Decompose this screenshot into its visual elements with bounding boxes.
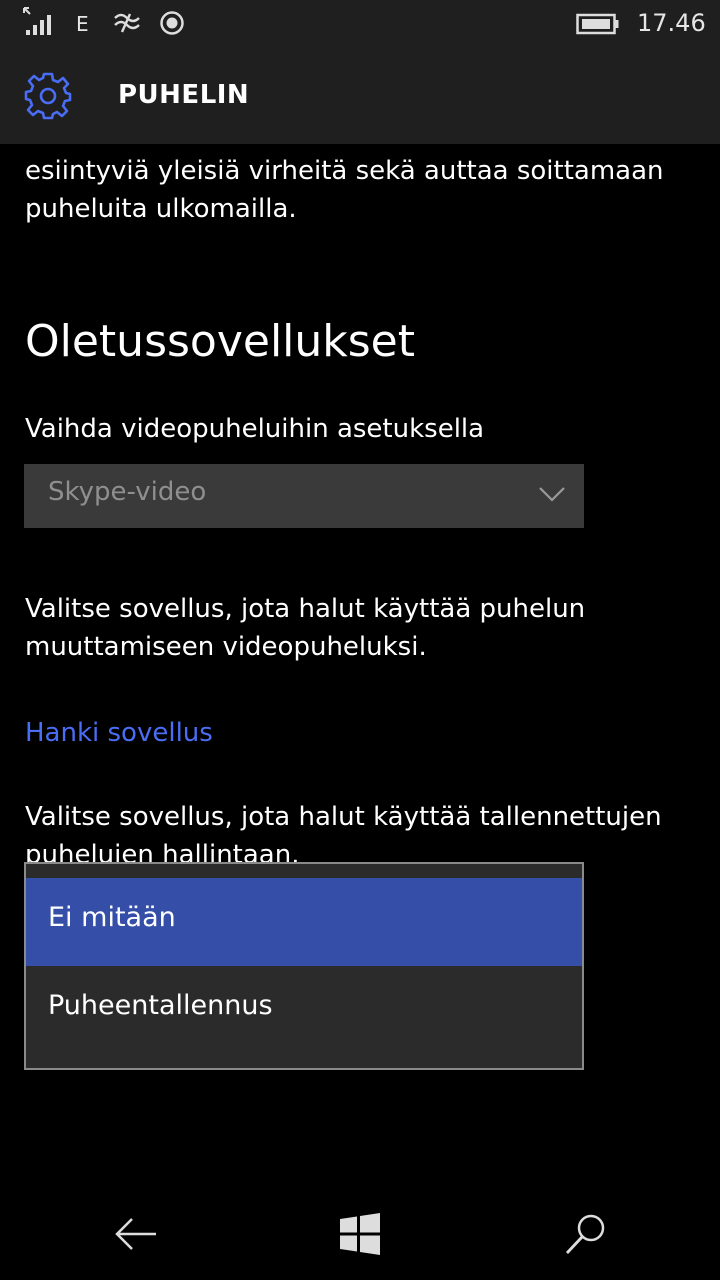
recording-app-dropdown[interactable]: Ei mitään Puheentallennus (24, 862, 584, 1070)
chevron-down-icon (539, 487, 565, 502)
section-title: Oletussovellukset (25, 316, 416, 367)
dropdown-option-label: Puheentallennus (48, 990, 273, 1021)
get-app-link[interactable]: Hanki sovellus (25, 718, 213, 748)
dropdown-option-voice-recorder[interactable]: Puheentallennus (26, 966, 582, 1054)
intro-text: esiintyviä yleisiä virheitä sekä auttaa … (25, 156, 664, 224)
dropdown-option-none[interactable]: Ei mitään (26, 878, 582, 966)
signal-icon (23, 7, 51, 35)
video-app-select-value: Skype-video (48, 477, 207, 507)
location-icon (160, 11, 184, 35)
app-header: PUHELIN (0, 48, 720, 144)
battery-icon (576, 13, 619, 35)
video-call-label: Vaihda videopuheluihin asetuksella (25, 414, 485, 444)
search-icon[interactable] (562, 1210, 610, 1258)
network-type-label: E (76, 12, 89, 36)
wifi-icon (114, 13, 140, 33)
back-arrow-icon[interactable] (112, 1210, 160, 1258)
gear-icon (24, 72, 72, 120)
dropdown-option-label: Ei mitään (48, 902, 176, 933)
windows-start-icon[interactable] (336, 1210, 384, 1258)
status-bar: E 17.46 (0, 0, 720, 48)
video-app-description: Valitse sovellus, jota halut käyttää puh… (25, 594, 586, 662)
page-title: PUHELIN (118, 80, 250, 110)
clock-label: 17.46 (637, 9, 706, 37)
navigation-bar (0, 1190, 720, 1280)
video-app-select[interactable]: Skype-video (24, 464, 584, 528)
